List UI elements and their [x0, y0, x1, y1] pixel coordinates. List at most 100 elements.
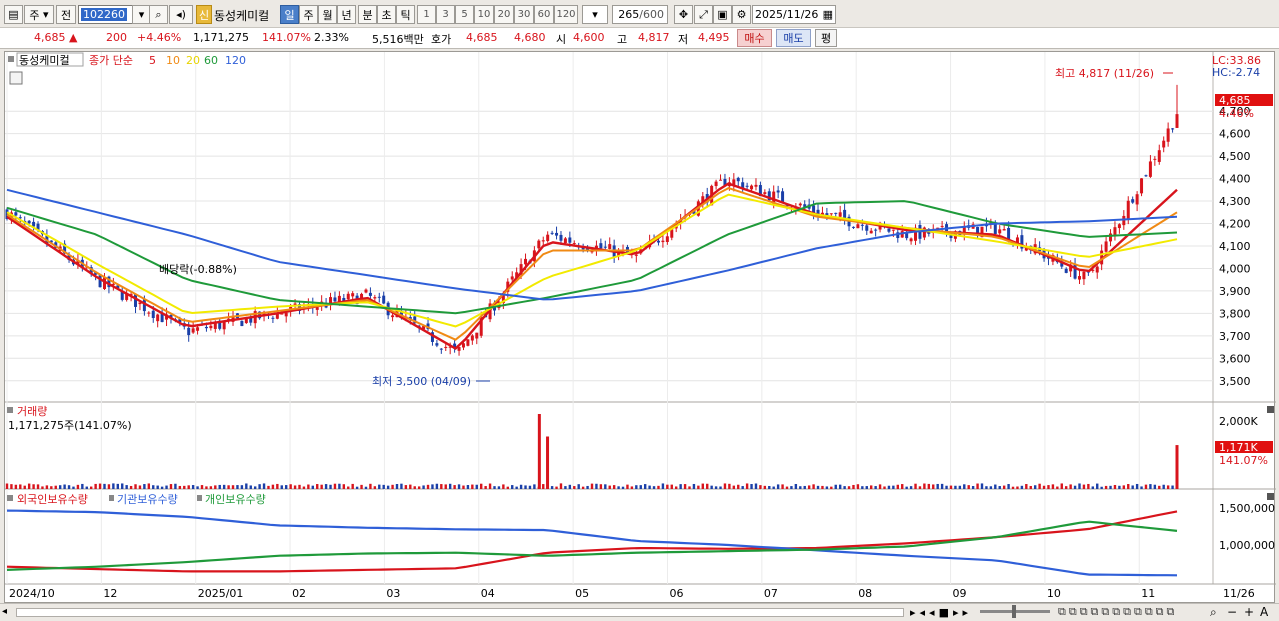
volume-bars [5, 414, 1179, 489]
candle-body [1162, 140, 1166, 148]
volume-bar [1078, 483, 1081, 489]
candle-body [856, 224, 860, 229]
dividend-note: 배당락(-0.88%) [159, 263, 237, 276]
search-icon[interactable]: ⌕ [149, 5, 168, 24]
candle-body [1166, 128, 1170, 142]
auto-scale-icon[interactable]: A [1260, 605, 1268, 619]
chart-tool-icon[interactable]: ⤢ [694, 5, 713, 24]
volume-bar [386, 485, 390, 489]
volume-bar [453, 485, 456, 489]
period-month-button[interactable]: 월 [318, 5, 337, 24]
high-value: 4,817 [638, 31, 670, 44]
market-select[interactable]: 주 ▾ [24, 5, 54, 24]
drawing-tools[interactable]: ⧉⧉⧉⧉⧉⧉⧉⧉⧉⧉⧉ [1058, 605, 1177, 619]
interval-button-120[interactable]: 120 [554, 5, 578, 24]
candle-body [634, 254, 638, 256]
prev-button[interactable]: 전 [56, 5, 76, 24]
interval-button-5[interactable]: 5 [455, 5, 474, 24]
change-pct: +4.46% [137, 31, 182, 44]
interval-button-20[interactable]: 20 [494, 5, 514, 24]
settings-gear-icon[interactable]: ⚙ [732, 5, 751, 24]
holdings-dot [7, 495, 13, 501]
buy-button[interactable]: 매수 [737, 29, 772, 47]
date-input[interactable]: 2025/11/26 ▦ [752, 5, 836, 24]
volume-bar [843, 486, 846, 489]
eval-button[interactable]: 평 [815, 29, 837, 47]
period-tick-button[interactable]: 틱 [396, 5, 415, 24]
volume-bar [431, 484, 434, 489]
volume-bar [559, 483, 563, 489]
volume-bar [466, 485, 470, 489]
interval-button-30[interactable]: 30 [514, 5, 534, 24]
volume-bar [595, 483, 598, 489]
volume-bar [400, 483, 403, 489]
chart-svg[interactable]: 4,7004,6004,5004,4004,3004,2004,1004,000… [5, 52, 1276, 604]
table-toggle-icon[interactable] [9, 71, 23, 85]
volume-bar [692, 483, 696, 489]
candle-body [14, 212, 18, 216]
interval-button-10[interactable]: 10 [474, 5, 494, 24]
holdings-series-2: 기관보유수량 [117, 493, 178, 506]
volume-bar [816, 485, 820, 489]
volume-panel-close-icon[interactable] [1267, 406, 1274, 413]
count-input[interactable]: 265/600 [612, 5, 668, 24]
horizontal-scrollbar[interactable] [16, 608, 904, 617]
x-axis-label: 2024/10 [9, 587, 55, 600]
save-icon[interactable]: ▣ [713, 5, 732, 24]
count-value: 265 [618, 8, 640, 21]
volume-bar [147, 483, 151, 489]
zoom-slider-handle[interactable] [1012, 605, 1016, 618]
period-minute-button[interactable]: 분 [358, 5, 377, 24]
low-value: 4,495 [698, 31, 730, 44]
crosshair-icon[interactable]: ✥ [674, 5, 693, 24]
period-second-label: 초 [381, 8, 392, 22]
period-second-button[interactable]: 초 [377, 5, 396, 24]
volume-bar [533, 484, 536, 489]
sell-button[interactable]: 매도 [776, 29, 811, 47]
interval-button-60[interactable]: 60 [534, 5, 554, 24]
interval-button-1[interactable]: 1 [417, 5, 436, 24]
volume-bar [599, 484, 603, 489]
volume-bar [852, 484, 855, 489]
volume-bar [76, 484, 80, 489]
volume-bar [293, 485, 297, 489]
period-day-button[interactable]: 일 [280, 5, 299, 24]
zoom-search-icon[interactable]: ⌕ [1210, 605, 1217, 620]
scroll-left-icon[interactable]: ◂ [2, 606, 14, 619]
period-week-button[interactable]: 주 [299, 5, 318, 24]
interval-button-3[interactable]: 3 [436, 5, 455, 24]
holding-line-1 [6, 509, 1178, 577]
volume-bar [940, 483, 944, 489]
candle-body [1148, 161, 1152, 177]
interval-label: 30 [517, 9, 531, 20]
candle-body [510, 276, 514, 280]
holdings-tick-2: 1,000,000 [1219, 539, 1275, 552]
volume-bar [971, 486, 975, 489]
legend-ma60[interactable]: 60 [204, 54, 218, 67]
legend-ma5[interactable]: 5 [149, 54, 156, 67]
price-tick-label: 3,900 [1219, 285, 1251, 298]
playback-controls[interactable]: ▸◂◂■▸▸ [910, 606, 972, 619]
zoom-out-icon[interactable]: − [1227, 605, 1237, 619]
period-year-button[interactable]: 년 [337, 5, 356, 24]
interval-dropdown[interactable]: ▾ [582, 5, 608, 24]
volume-bar [1082, 484, 1086, 489]
holdings-panel-close-icon[interactable] [1267, 493, 1274, 500]
legend-ma120[interactable]: 120 [225, 54, 246, 67]
price-tick-label: 4,500 [1219, 150, 1251, 163]
volume-bar [50, 486, 53, 489]
candle-body [1002, 229, 1006, 231]
sound-icon[interactable]: ◂) [169, 5, 193, 24]
volume-bar [918, 486, 922, 489]
high-label: 고 [617, 33, 628, 46]
window-menu-icon[interactable]: ▤ [4, 5, 23, 24]
volume-bar [989, 486, 993, 489]
chart-area[interactable]: 4,700 4,600 4,500 4,400 4,300 4,200 4,100 4,000… [4, 51, 1276, 604]
calendar-icon[interactable]: ▦ [823, 8, 833, 21]
candle-body [874, 229, 878, 231]
interval-label: 5 [461, 9, 468, 20]
legend-ma10[interactable]: 10 [166, 54, 180, 67]
legend-ma20[interactable]: 20 [186, 54, 200, 67]
candle-body [781, 191, 785, 203]
zoom-in-icon[interactable]: + [1244, 605, 1254, 619]
